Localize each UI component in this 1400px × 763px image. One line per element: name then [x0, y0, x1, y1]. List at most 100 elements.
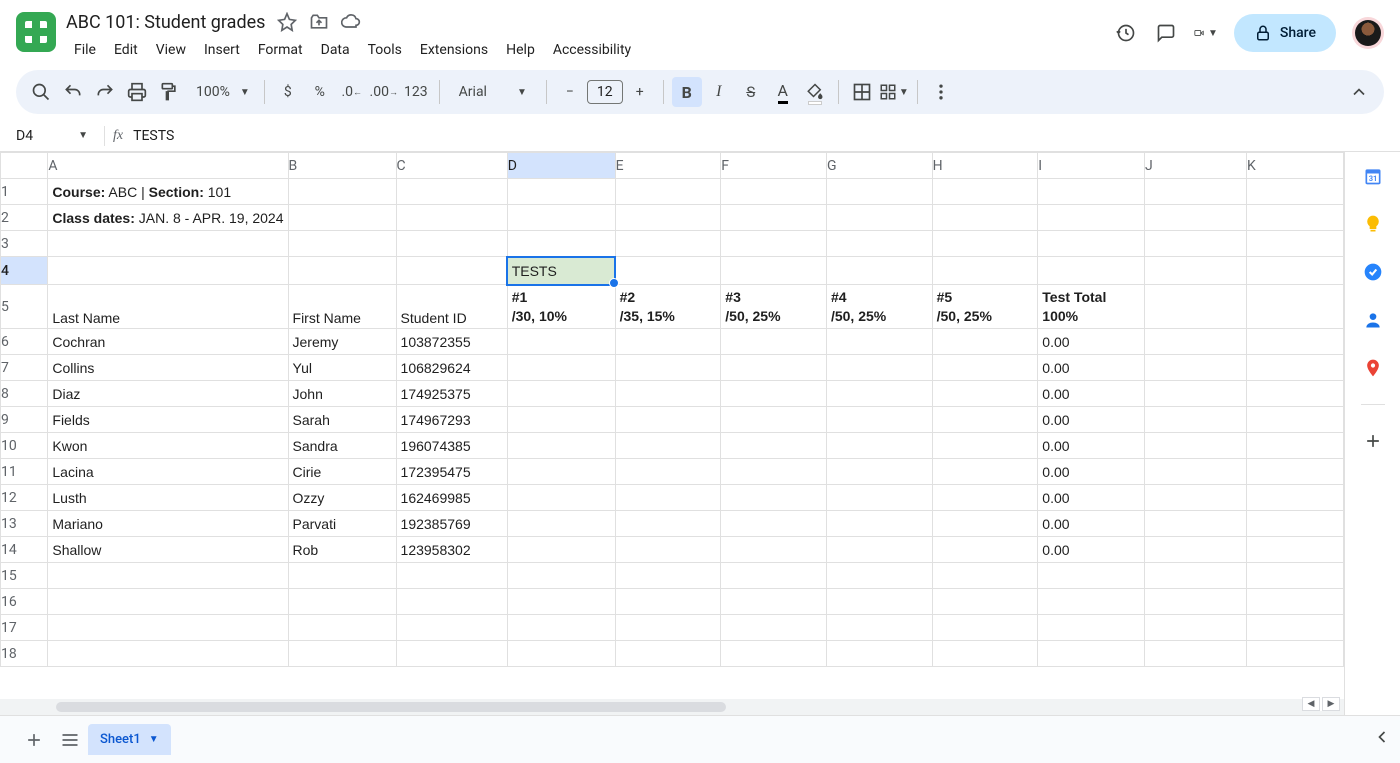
strikethrough-button[interactable]: S — [736, 77, 766, 107]
row-header-16[interactable]: 16 — [1, 589, 48, 615]
cell-E12[interactable] — [615, 485, 721, 511]
menu-tools[interactable]: Tools — [360, 38, 410, 62]
cell-D15[interactable] — [507, 563, 615, 589]
cell-I7[interactable]: 0.00 — [1038, 355, 1145, 381]
cell-D17[interactable] — [507, 615, 615, 641]
cell-K9[interactable] — [1247, 407, 1344, 433]
cell-J5[interactable] — [1144, 285, 1246, 329]
cell-C5[interactable]: Student ID — [396, 285, 507, 329]
cell-F5[interactable]: #3/50, 25% — [721, 285, 827, 329]
cell-C9[interactable]: 174967293 — [396, 407, 507, 433]
cell-F1[interactable] — [721, 179, 827, 205]
cell-H12[interactable] — [932, 485, 1038, 511]
cell-J7[interactable] — [1144, 355, 1246, 381]
cell-B13[interactable]: Parvati — [288, 511, 396, 537]
maps-app-icon[interactable] — [1361, 356, 1385, 380]
cell-H16[interactable] — [932, 589, 1038, 615]
cell-E4[interactable] — [615, 257, 721, 285]
cell-F17[interactable] — [721, 615, 827, 641]
row-header-3[interactable]: 3 — [1, 231, 48, 257]
row-header-13[interactable]: 13 — [1, 511, 48, 537]
menu-view[interactable]: View — [148, 38, 194, 62]
move-icon[interactable] — [309, 12, 329, 32]
cell-G6[interactable] — [826, 329, 932, 355]
cell-A14[interactable]: Shallow — [48, 537, 288, 563]
menu-insert[interactable]: Insert — [196, 38, 248, 62]
cell-E9[interactable] — [615, 407, 721, 433]
cell-G16[interactable] — [826, 589, 932, 615]
cell-C16[interactable] — [396, 589, 507, 615]
cell-B8[interactable]: John — [288, 381, 396, 407]
cell-H2[interactable] — [932, 205, 1038, 231]
cell-C17[interactable] — [396, 615, 507, 641]
cell-C11[interactable]: 172395475 — [396, 459, 507, 485]
row-header-6[interactable]: 6 — [1, 329, 48, 355]
horizontal-scrollbar[interactable] — [0, 699, 1344, 715]
spreadsheet-grid[interactable]: ABCDEFGHIJK1Course: ABC | Section: 1012C… — [0, 152, 1344, 715]
cell-J14[interactable] — [1144, 537, 1246, 563]
cell-C1[interactable] — [396, 179, 507, 205]
cell-I2[interactable] — [1038, 205, 1145, 231]
decrease-font-size-icon[interactable]: − — [555, 77, 585, 107]
cell-D10[interactable] — [507, 433, 615, 459]
cell-F18[interactable] — [721, 641, 827, 667]
cell-A3[interactable] — [48, 231, 288, 257]
scroll-right-button[interactable]: ▶ — [1322, 697, 1340, 711]
cell-G18[interactable] — [826, 641, 932, 667]
cell-I11[interactable]: 0.00 — [1038, 459, 1145, 485]
cell-J2[interactable] — [1144, 205, 1246, 231]
cell-D14[interactable] — [507, 537, 615, 563]
cell-J16[interactable] — [1144, 589, 1246, 615]
cell-J17[interactable] — [1144, 615, 1246, 641]
cell-K10[interactable] — [1247, 433, 1344, 459]
cell-F11[interactable] — [721, 459, 827, 485]
cell-A5[interactable]: Last Name — [48, 285, 288, 329]
cell-D5[interactable]: #1/30, 10% — [507, 285, 615, 329]
cell-C8[interactable]: 174925375 — [396, 381, 507, 407]
contacts-app-icon[interactable] — [1361, 308, 1385, 332]
cell-J11[interactable] — [1144, 459, 1246, 485]
decrease-decimal-icon[interactable]: .0← — [337, 77, 367, 107]
cell-B4[interactable] — [288, 257, 396, 285]
cell-C7[interactable]: 106829624 — [396, 355, 507, 381]
cell-G1[interactable] — [826, 179, 932, 205]
cell-B17[interactable] — [288, 615, 396, 641]
name-box[interactable]: D4▼ — [8, 128, 96, 144]
cell-D18[interactable] — [507, 641, 615, 667]
cell-G8[interactable] — [826, 381, 932, 407]
cell-I5[interactable]: Test Total100% — [1038, 285, 1145, 329]
cell-A1[interactable]: Course: ABC | Section: 101 — [48, 179, 288, 205]
cell-C18[interactable] — [396, 641, 507, 667]
cell-K2[interactable] — [1247, 205, 1344, 231]
sheets-logo[interactable] — [16, 12, 56, 52]
cell-C13[interactable]: 192385769 — [396, 511, 507, 537]
cell-H9[interactable] — [932, 407, 1038, 433]
paint-format-icon[interactable] — [154, 77, 184, 107]
meet-button[interactable]: ▼ — [1194, 21, 1218, 45]
cell-K16[interactable] — [1247, 589, 1344, 615]
redo-icon[interactable] — [90, 77, 120, 107]
calendar-app-icon[interactable]: 31 — [1361, 164, 1385, 188]
cell-F2[interactable] — [721, 205, 827, 231]
cell-K7[interactable] — [1247, 355, 1344, 381]
cell-D2[interactable] — [507, 205, 615, 231]
cell-A7[interactable]: Collins — [48, 355, 288, 381]
cell-D11[interactable] — [507, 459, 615, 485]
cell-E15[interactable] — [615, 563, 721, 589]
cell-A10[interactable]: Kwon — [48, 433, 288, 459]
row-header-4[interactable]: 4 — [1, 257, 48, 285]
cell-F7[interactable] — [721, 355, 827, 381]
cell-E6[interactable] — [615, 329, 721, 355]
cell-B18[interactable] — [288, 641, 396, 667]
account-avatar[interactable] — [1352, 17, 1384, 49]
cell-F12[interactable] — [721, 485, 827, 511]
increase-font-size-icon[interactable]: + — [625, 77, 655, 107]
cell-F4[interactable] — [721, 257, 827, 285]
comments-icon[interactable] — [1154, 21, 1178, 45]
row-header-11[interactable]: 11 — [1, 459, 48, 485]
cell-B5[interactable]: First Name — [288, 285, 396, 329]
col-header-J[interactable]: J — [1144, 153, 1246, 179]
row-header-10[interactable]: 10 — [1, 433, 48, 459]
cell-C15[interactable] — [396, 563, 507, 589]
cell-B11[interactable]: Cirie — [288, 459, 396, 485]
